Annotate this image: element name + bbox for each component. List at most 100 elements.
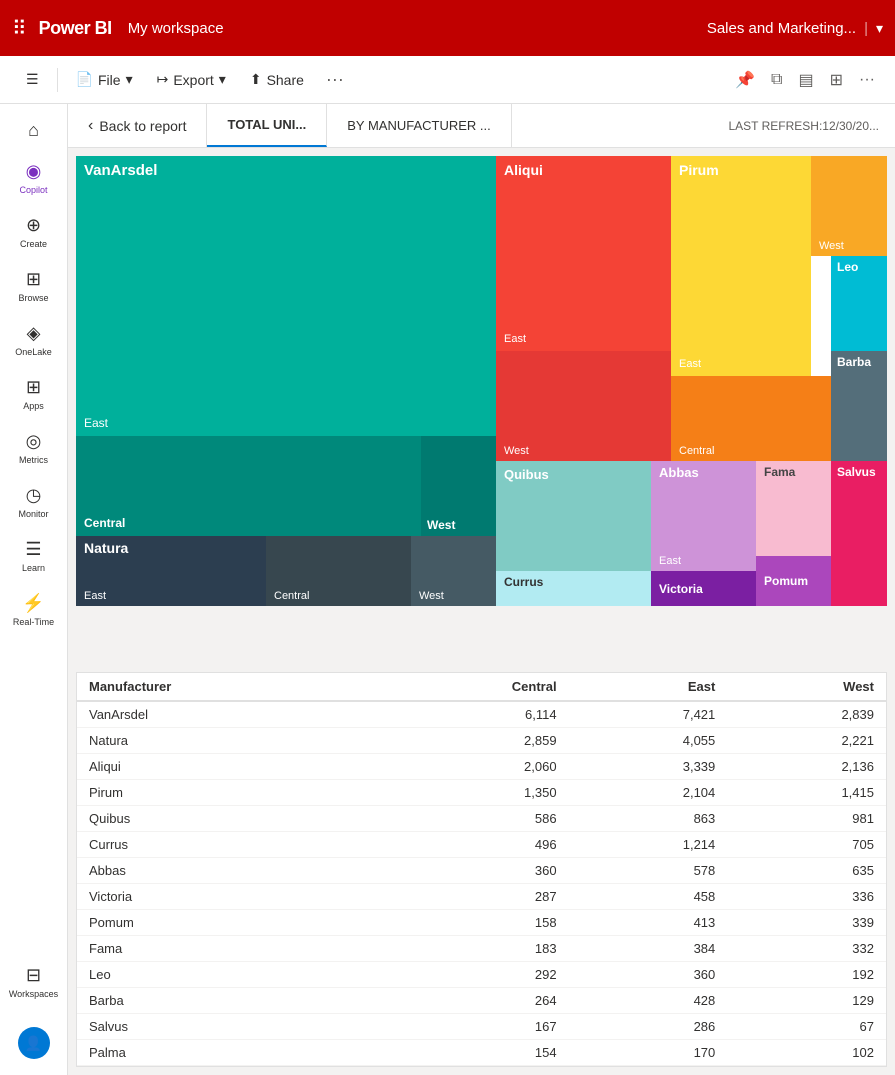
focus-icon[interactable]: ⊞ xyxy=(826,66,847,94)
treemap-pomum[interactable]: Pomum xyxy=(756,556,831,606)
sidebar-item-monitor[interactable]: ◷ Monitor xyxy=(2,477,66,527)
treemap-victoria[interactable]: Victoria xyxy=(651,571,756,606)
tab1-label: TOTAL UNI... xyxy=(227,117,306,132)
cell-central: 154 xyxy=(376,1040,569,1066)
manufacturers-table: Manufacturer Central East West VanArsdel… xyxy=(77,673,886,1066)
refresh-label: LAST REFRESH:12/30/20... xyxy=(728,119,879,133)
pirum-central-label: Central xyxy=(679,445,714,457)
share-icon: ⬆ xyxy=(250,71,262,88)
onelake-icon: ◈ xyxy=(27,323,41,344)
treemap-pirum[interactable]: Pirum East xyxy=(671,156,811,376)
apps-icon: ⊞ xyxy=(26,377,41,398)
treemap-salvus[interactable]: Salvus xyxy=(831,461,887,606)
duplicate-icon[interactable]: ⧉ xyxy=(767,67,786,93)
more-button[interactable]: ··· xyxy=(318,65,352,94)
cell-central: 167 xyxy=(376,1014,569,1040)
cell-manufacturer: Pirum xyxy=(77,780,376,806)
cell-west: 336 xyxy=(727,884,886,910)
col-east: East xyxy=(569,673,728,701)
file-chevron: ▾ xyxy=(126,71,133,88)
sidebar-item-home[interactable]: ⌂ xyxy=(2,112,66,149)
treemap-pirum-west[interactable]: West xyxy=(811,156,887,256)
sidebar: ⌂ ◉ Copilot ⊕ Create ⊞ Browse ◈ OneLake … xyxy=(0,104,68,1075)
tab-total-units[interactable]: TOTAL UNI... xyxy=(207,104,327,147)
copilot-icon: ◉ xyxy=(26,161,42,182)
realtime-label: Real-Time xyxy=(13,617,54,627)
cell-west: 67 xyxy=(727,1014,886,1040)
export-button[interactable]: ↦ Export ▾ xyxy=(147,65,236,94)
table-row: Palma154170102 xyxy=(77,1040,886,1066)
cell-central: 2,060 xyxy=(376,754,569,780)
treemap-natura[interactable]: Natura East xyxy=(76,536,266,606)
sidebar-item-browse[interactable]: ⊞ Browse xyxy=(2,261,66,311)
sidebar-item-learn[interactable]: ☰ Learn xyxy=(2,531,66,581)
cell-east: 384 xyxy=(569,936,728,962)
toolbar-right: 📌 ⧉ ▤ ⊞ ··· xyxy=(731,66,879,94)
treemap-aliqui[interactable]: Aliqui East xyxy=(496,156,671,351)
treemap-aliqui-west[interactable]: West xyxy=(496,351,671,461)
cell-central: 1,350 xyxy=(376,780,569,806)
cell-west: 102 xyxy=(727,1040,886,1066)
treemap-vanarsdel[interactable]: VanArsdel East xyxy=(76,156,496,436)
sidebar-item-copilot[interactable]: ◉ Copilot xyxy=(2,153,66,203)
table-row: Quibus586863981 xyxy=(77,806,886,832)
treemap-abbas[interactable]: Abbas East xyxy=(651,461,756,571)
treemap-vanarsdel-west[interactable]: West xyxy=(421,436,496,536)
grid-icon[interactable]: ⠿ xyxy=(12,16,27,41)
currus-label: Currus xyxy=(504,575,643,589)
share-button[interactable]: ⬆ Share xyxy=(240,65,314,94)
treemap-leo[interactable]: Leo xyxy=(831,256,887,351)
cell-central: 287 xyxy=(376,884,569,910)
cell-manufacturer: Leo xyxy=(77,962,376,988)
treemap-natura-central[interactable]: Central xyxy=(266,536,411,606)
pin-icon[interactable]: 📌 xyxy=(731,66,759,94)
cell-manufacturer: Salvus xyxy=(77,1014,376,1040)
sidebar-item-realtime[interactable]: ⚡ Real-Time xyxy=(2,585,66,635)
cell-east: 360 xyxy=(569,962,728,988)
onelake-label: OneLake xyxy=(15,347,52,357)
cell-manufacturer: Abbas xyxy=(77,858,376,884)
cell-manufacturer: Aliqui xyxy=(77,754,376,780)
treemap-natura-west[interactable]: West xyxy=(411,536,496,606)
apps-label: Apps xyxy=(23,401,44,411)
treemap-currus[interactable]: Currus xyxy=(496,571,651,606)
table-row: Fama183384332 xyxy=(77,936,886,962)
cell-manufacturer: Victoria xyxy=(77,884,376,910)
cell-west: 705 xyxy=(727,832,886,858)
treemap[interactable]: VanArsdel East Central West Natura East … xyxy=(76,156,887,606)
browse-icon: ⊞ xyxy=(26,269,41,290)
file-button[interactable]: 📄 File ▾ xyxy=(66,65,143,94)
col-central: Central xyxy=(376,673,569,701)
pomum-label: Pomum xyxy=(764,574,808,588)
metrics-icon: ◎ xyxy=(26,431,42,452)
sidebar-item-create[interactable]: ⊕ Create xyxy=(2,207,66,257)
treemap-barba[interactable]: Barba xyxy=(831,351,887,461)
user-avatar[interactable]: 👤 xyxy=(2,1019,66,1067)
cell-manufacturer: Pomum xyxy=(77,910,376,936)
learn-label: Learn xyxy=(22,563,45,573)
sidebar-item-metrics[interactable]: ◎ Metrics xyxy=(2,423,66,473)
hamburger-button[interactable]: ☰ xyxy=(16,65,49,94)
table-header-row: Manufacturer Central East West xyxy=(77,673,886,701)
back-to-report-button[interactable]: ‹ Back to report xyxy=(68,104,207,147)
natura-central-label: Central xyxy=(274,590,309,602)
table-row: Abbas360578635 xyxy=(77,858,886,884)
cell-central: 264 xyxy=(376,988,569,1014)
title-chevron[interactable]: ▾ xyxy=(876,20,883,37)
ellipsis-icon[interactable]: ··· xyxy=(855,67,879,93)
cell-central: 586 xyxy=(376,806,569,832)
sidebar-item-apps[interactable]: ⊞ Apps xyxy=(2,369,66,419)
sidebar-item-onelake[interactable]: ◈ OneLake xyxy=(2,315,66,365)
cell-west: 129 xyxy=(727,988,886,1014)
table-row: Currus4961,214705 xyxy=(77,832,886,858)
create-icon: ⊕ xyxy=(26,215,41,236)
treemap-fama[interactable]: Fama xyxy=(756,461,831,556)
sidebar-item-workspaces[interactable]: ⊟ Workspaces xyxy=(2,957,66,1007)
vanarsdel-east-label: East xyxy=(84,416,488,430)
tab-by-manufacturer[interactable]: BY MANUFACTURER ... xyxy=(327,104,512,147)
treemap-vanarsdel-central[interactable]: Central xyxy=(76,436,421,536)
abbas-east-label: East xyxy=(659,555,748,567)
pirum-label: Pirum xyxy=(679,162,803,178)
col-manufacturer: Manufacturer xyxy=(77,673,376,701)
filter-icon[interactable]: ▤ xyxy=(794,66,817,94)
